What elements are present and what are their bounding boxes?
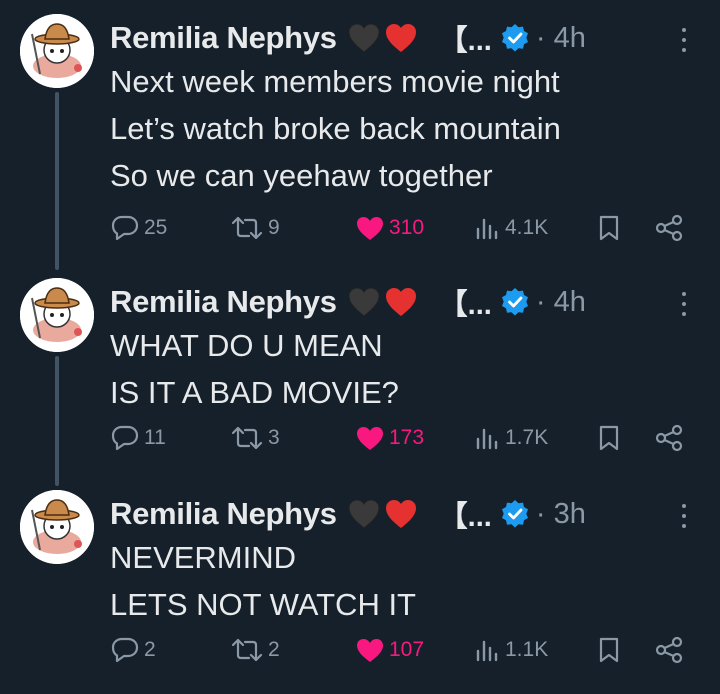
reply-count: 2 [144, 638, 156, 661]
bookmark-button[interactable] [597, 208, 625, 248]
view-count: 4.1K [505, 216, 549, 239]
like-count: 173 [389, 426, 425, 449]
retweet-button[interactable]: 9 [230, 208, 280, 248]
bookmark-icon [599, 215, 619, 241]
tweet-text: WHAT DO U MEAN IS IT A BAD MOVIE? [110, 322, 399, 416]
verified-badge-icon [500, 287, 530, 317]
handle-truncated[interactable]: 【... [439, 281, 492, 323]
retweet-count: 9 [268, 216, 280, 239]
views-button[interactable]: 1.1K [475, 630, 548, 670]
more-options-icon[interactable] [676, 28, 692, 52]
more-options-icon[interactable] [676, 292, 692, 316]
tweet-header: Remilia Nephys 【... · 4h [110, 282, 586, 322]
avatar[interactable] [20, 490, 94, 564]
view-count: 1.1K [505, 638, 549, 661]
timestamp[interactable]: 4h [554, 286, 586, 318]
tweet-text: Next week members movie night Let’s watc… [110, 58, 561, 199]
speech-bubble-icon [111, 425, 139, 451]
heart-filled-icon [357, 427, 383, 450]
view-count: 1.7K [505, 426, 549, 449]
heart-filled-icon [357, 639, 383, 662]
share-nodes-icon [655, 636, 683, 664]
retweet-count: 3 [268, 426, 280, 449]
views-button[interactable]: 4.1K [475, 208, 548, 248]
tweet-line: Next week members movie night [110, 64, 560, 99]
verified-badge-icon [500, 23, 530, 53]
tweet-line: WHAT DO U MEAN [110, 328, 383, 363]
like-button[interactable]: 107 [355, 630, 424, 670]
retweet-arrows-icon [231, 426, 263, 450]
bar-chart-icon [476, 640, 498, 662]
bookmark-icon [599, 425, 619, 451]
reply-count: 25 [144, 216, 168, 239]
heart-emoji-pair [347, 22, 419, 54]
tweet-line: IS IT A BAD MOVIE? [110, 375, 399, 410]
share-button[interactable] [654, 630, 688, 670]
tweet-line: So we can yeehaw together [110, 158, 493, 193]
like-count: 107 [389, 638, 425, 661]
tweet-header: Remilia Nephys 【... · 4h [110, 18, 586, 58]
tweet-text: NEVERMIND LETS NOT WATCH IT [110, 534, 416, 628]
action-bar: 2 2 107 1.1K [0, 630, 720, 670]
red-heart-emoji [385, 288, 416, 316]
timestamp[interactable]: 3h [554, 498, 586, 530]
tweet-line: Let’s watch broke back mountain [110, 111, 561, 146]
heart-emoji-pair [347, 498, 419, 530]
bar-chart-icon [476, 218, 498, 240]
timestamp[interactable]: 4h [554, 22, 586, 54]
author-name[interactable]: Remilia Nephys [110, 496, 337, 532]
bookmark-button[interactable] [597, 418, 625, 458]
tweet[interactable]: Remilia Nephys 【... · 3h NEVERMIND LETS … [0, 482, 720, 694]
speech-bubble-icon [111, 215, 139, 241]
more-options-icon[interactable] [676, 504, 692, 528]
tweet-line: NEVERMIND [110, 540, 297, 575]
black-heart-emoji [348, 499, 380, 529]
time-separator: · [535, 497, 546, 530]
retweet-count: 2 [268, 638, 280, 661]
red-heart-emoji [385, 500, 416, 528]
action-bar: 25 9 310 4.1K [0, 208, 720, 248]
avatar[interactable] [20, 14, 94, 88]
tweet-line: LETS NOT WATCH IT [110, 587, 416, 622]
bookmark-button[interactable] [597, 630, 625, 670]
tweet[interactable]: Remilia Nephys 【... · 4h Next week membe… [0, 6, 720, 242]
like-button[interactable]: 173 [355, 418, 424, 458]
time-separator: · [535, 285, 546, 318]
red-heart-emoji [385, 24, 416, 52]
retweet-button[interactable]: 3 [230, 418, 280, 458]
bookmark-icon [599, 637, 619, 663]
author-name[interactable]: Remilia Nephys [110, 284, 337, 320]
retweet-arrows-icon [231, 638, 263, 662]
avatar[interactable] [20, 278, 94, 352]
handle-truncated[interactable]: 【... [439, 17, 492, 59]
black-heart-emoji [348, 23, 380, 53]
black-heart-emoji [348, 287, 380, 317]
heart-filled-icon [357, 217, 383, 240]
like-button[interactable]: 310 [355, 208, 424, 248]
bar-chart-icon [476, 428, 498, 450]
handle-truncated[interactable]: 【... [439, 493, 492, 535]
reply-count: 11 [144, 426, 166, 449]
tweet[interactable]: Remilia Nephys 【... · 4h WHAT DO U MEAN … [0, 270, 720, 482]
reply-button[interactable]: 11 [110, 418, 166, 458]
like-count: 310 [389, 216, 425, 239]
views-button[interactable]: 1.7K [475, 418, 548, 458]
retweet-arrows-icon [231, 216, 263, 240]
action-bar: 11 3 173 1.7K [0, 418, 720, 458]
verified-badge-icon [500, 499, 530, 529]
reply-button[interactable]: 2 [110, 630, 156, 670]
time-separator: · [535, 21, 546, 54]
share-nodes-icon [655, 214, 683, 242]
author-name[interactable]: Remilia Nephys [110, 20, 337, 56]
retweet-button[interactable]: 2 [230, 630, 280, 670]
tweet-header: Remilia Nephys 【... · 3h [110, 494, 586, 534]
share-nodes-icon [655, 424, 683, 452]
heart-emoji-pair [347, 286, 419, 318]
share-button[interactable] [654, 418, 688, 458]
reply-button[interactable]: 25 [110, 208, 167, 248]
share-button[interactable] [654, 208, 688, 248]
speech-bubble-icon [111, 637, 139, 663]
